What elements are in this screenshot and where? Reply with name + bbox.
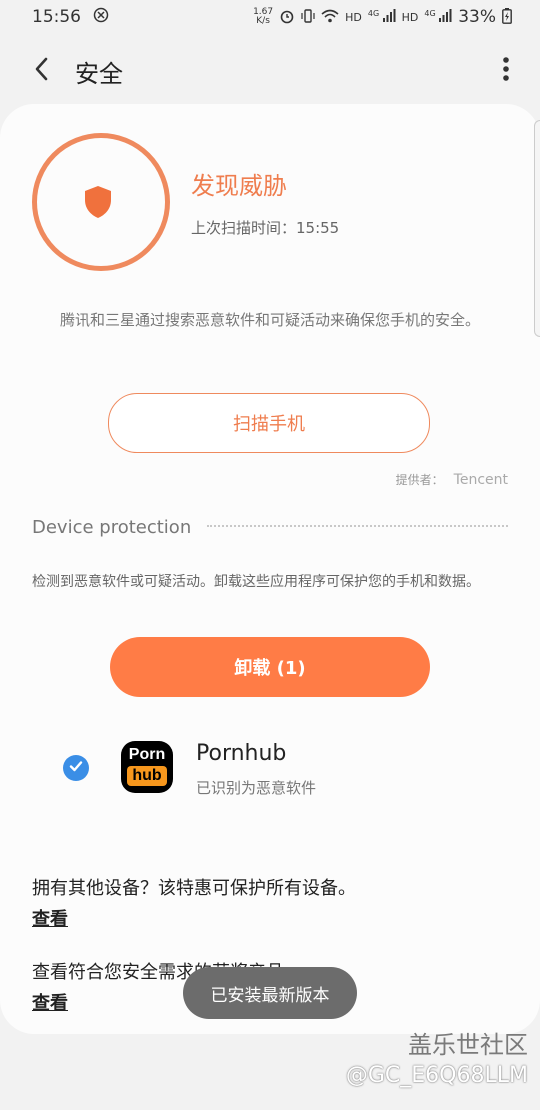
battery-percent: 33% bbox=[458, 7, 496, 27]
security-description: 腾讯和三星通过搜索恶意软件和可疑活动来确保您手机的安全。 bbox=[59, 311, 480, 329]
checkmark-icon bbox=[68, 758, 84, 778]
battery-charging-icon bbox=[502, 7, 512, 27]
vibrate-icon bbox=[301, 8, 315, 27]
provider-value: Tencent bbox=[453, 472, 508, 488]
shield-icon bbox=[83, 185, 113, 223]
security-card: 发现威胁 上次扫描时间：15:55 腾讯和三星通过搜索恶意软件和可疑活动来确保您… bbox=[0, 104, 540, 1034]
provider-info: 提供者： Tencent bbox=[396, 471, 508, 488]
app-bar: 安全 bbox=[0, 44, 540, 96]
hd-label-1: HD bbox=[345, 10, 362, 24]
network-speed: 1.67 K/s bbox=[253, 7, 274, 26]
signal-icon-1: 4G bbox=[368, 9, 396, 25]
signal-icon-2: 4G bbox=[424, 9, 452, 25]
provider-label: 提供者： bbox=[395, 473, 444, 487]
section-divider bbox=[207, 525, 508, 527]
back-arrow-icon[interactable] bbox=[30, 54, 56, 84]
status-time: 15:56 bbox=[32, 7, 81, 27]
more-options-icon[interactable] bbox=[502, 56, 510, 84]
status-bar: 15:56 1.67 K/s HD 4G HD 4G 33% bbox=[0, 0, 540, 34]
view-link-devices[interactable]: 查看 bbox=[32, 905, 68, 931]
promo-text-devices: 拥有其他设备？该特惠可保护所有设备。 bbox=[32, 878, 356, 899]
scan-phone-button[interactable]: 扫描手机 bbox=[108, 393, 430, 453]
blocked-notification-icon bbox=[93, 7, 109, 28]
device-protection-description: 检测到恶意软件或可疑活动。卸载这些应用程序可保护您的手机和数据。 bbox=[32, 574, 480, 590]
threat-status-ring bbox=[32, 133, 170, 271]
page-title: 安全 bbox=[75, 60, 123, 88]
wifi-icon bbox=[321, 9, 339, 26]
app-name: Pornhub bbox=[196, 741, 287, 766]
watermark-community: 盖乐世社区 bbox=[408, 1031, 528, 1059]
watermark-user: @GC_E6Q68LLM bbox=[345, 1063, 528, 1088]
threat-title: 发现威胁 bbox=[191, 172, 287, 200]
alarm-icon bbox=[279, 8, 295, 27]
app-status: 已识别为恶意软件 bbox=[196, 779, 317, 797]
pornhub-app-icon: Porn hub bbox=[121, 741, 173, 793]
hd-label-2: HD bbox=[401, 10, 419, 24]
uninstall-button[interactable]: 卸载 (1) bbox=[110, 637, 430, 697]
toast-message: 已安装最新版本 bbox=[183, 967, 357, 1019]
app-checkbox[interactable] bbox=[63, 755, 89, 781]
scroll-indicator[interactable] bbox=[534, 120, 540, 337]
view-link-products[interactable]: 查看 bbox=[32, 989, 68, 1015]
last-scan-time: 上次扫描时间：15:55 bbox=[191, 219, 340, 237]
device-protection-heading: Device protection bbox=[32, 517, 192, 538]
